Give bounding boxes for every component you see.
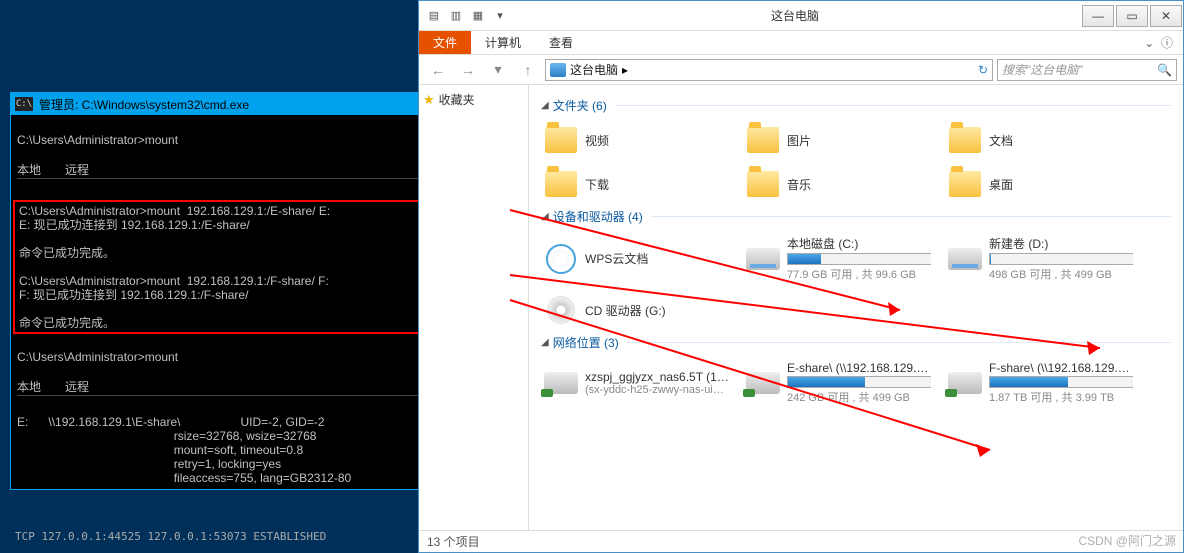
breadcrumb-chevron-icon[interactable]: ▸ (622, 63, 628, 77)
collapse-icon: ◢ (541, 211, 549, 222)
address-bar[interactable]: 这台电脑 ▸ ↻ (545, 59, 993, 81)
content-pane[interactable]: ◢文件夹 (6) 视频 图片 文档 下载 音乐 桌面 ◢设备和驱动器 (4) W… (529, 85, 1183, 530)
collapse-icon: ◢ (541, 100, 549, 111)
tab-file[interactable]: 文件 (419, 31, 471, 54)
cmd-line: mount=soft, timeout=0.8 (17, 443, 303, 457)
qat-properties-icon[interactable]: ▥ (447, 7, 465, 25)
netloc-fshare[interactable]: F-share\ (\\192.168.129.1) (F:)1.87 TB 可… (945, 359, 1135, 407)
drive-icon (948, 248, 982, 270)
background-text: TCP 127.0.0.1:44525 127.0.0.1:53073 ESTA… (15, 530, 326, 543)
favorites-label: 收藏夹 (439, 91, 475, 108)
cmd-icon: C:\ (15, 97, 33, 111)
cmd-line: 命令已成功完成。 (19, 316, 115, 330)
cmd-line: C:\Users\Administrator>mount 192.168.129… (19, 204, 330, 218)
cmd-line: rsize=32768, wsize=32768 (17, 429, 316, 443)
refresh-icon[interactable]: ↻ (978, 63, 988, 77)
group-network[interactable]: ◢网络位置 (3) (541, 334, 1171, 351)
drive-d[interactable]: 新建卷 (D:)498 GB 可用 , 共 499 GB (945, 233, 1135, 284)
cmd-line: fileaccess=755, lang=GB2312-80 (17, 471, 351, 485)
drive-c[interactable]: 本地磁盘 (C:)77.9 GB 可用 , 共 99.6 GB (743, 233, 933, 284)
ribbon-expand-icon[interactable]: ⌄ ⓘ (1134, 31, 1183, 54)
ribbon-tabs: 文件 计算机 查看 ⌄ ⓘ (419, 31, 1183, 55)
window-title: 这台电脑 (509, 7, 1081, 24)
minimize-button[interactable]: — (1082, 5, 1114, 27)
cloud-icon (546, 244, 576, 274)
network-drive-icon (948, 372, 982, 394)
watermark: CSDN @阿门之源 (1078, 532, 1176, 549)
folder-icon (545, 171, 577, 197)
tab-view[interactable]: 查看 (535, 31, 587, 54)
qat-newfolder-icon[interactable]: ▦ (469, 7, 487, 25)
nav-toolbar: ← → ▾ ↑ 这台电脑 ▸ ↻ 搜索"这台电脑" 🔍 (419, 55, 1183, 85)
recent-dropdown-icon[interactable]: ▾ (485, 57, 511, 83)
computer-icon (550, 63, 566, 77)
cmd-line: E: \\192.168.129.1\E-share\ UID=-2, GID=… (17, 415, 325, 429)
maximize-button[interactable]: ▭ (1116, 5, 1148, 27)
usage-bar (989, 253, 1133, 265)
cmd-line: retry=1, locking=yes (17, 457, 281, 471)
cmd-line: C:\Users\Administrator>mount (17, 133, 178, 147)
status-bar: 13 个项目 (419, 530, 1183, 552)
tab-computer[interactable]: 计算机 (471, 31, 535, 54)
cmd-line: C:\Users\Administrator>mount (17, 350, 178, 364)
forward-button[interactable]: → (455, 57, 481, 83)
usage-bar (787, 376, 931, 388)
folder-desktop[interactable]: 桌面 (945, 166, 1135, 202)
folder-music[interactable]: 音乐 (743, 166, 933, 202)
favorites-header[interactable]: ★ 收藏夹 (423, 91, 524, 108)
folder-icon (747, 127, 779, 153)
usage-bar (989, 376, 1133, 388)
qat-dropdown-icon[interactable]: ▾ (491, 7, 509, 25)
drive-icon (746, 248, 780, 270)
folder-documents[interactable]: 文档 (945, 122, 1135, 158)
drive-dvd[interactable]: CD 驱动器 (G:) (541, 292, 731, 328)
cmd-line: 命令已成功完成。 (19, 246, 115, 260)
breadcrumb-segment[interactable]: 这台电脑 (570, 61, 618, 78)
netloc-eshare[interactable]: E-share\ (\\192.168.129.1) (E:)242 GB 可用… (743, 359, 933, 407)
up-button[interactable]: ↑ (515, 57, 541, 83)
netloc-nas[interactable]: xzspj_ggjyzx_nas6.5T (10.0.13.40)(sx-ydd… (541, 359, 731, 407)
group-folders[interactable]: ◢文件夹 (6) (541, 97, 1171, 114)
folder-icon (949, 127, 981, 153)
cmd-line: C:\Users\Administrator>mount 192.168.129… (19, 274, 329, 288)
star-icon: ★ (423, 92, 435, 108)
cmd-line: E: 现已成功连接到 192.168.129.1:/E-share/ (19, 218, 250, 232)
explorer-titlebar[interactable]: ▤ ▥ ▦ ▾ 这台电脑 — ▭ ✕ (419, 1, 1183, 31)
collapse-icon: ◢ (541, 337, 549, 348)
folder-downloads[interactable]: 下载 (541, 166, 731, 202)
nav-pane[interactable]: ★ 收藏夹 (419, 85, 529, 530)
cmd-title-text: 管理员: C:\Windows\system32\cmd.exe (33, 96, 441, 113)
device-wps[interactable]: WPS云文档 (541, 233, 731, 284)
search-placeholder: 搜索"这台电脑" (1002, 61, 1083, 78)
folder-icon (545, 127, 577, 153)
app-icon[interactable]: ▤ (425, 7, 443, 25)
folder-icon (949, 171, 981, 197)
search-icon: 🔍 (1157, 63, 1172, 77)
group-devices[interactable]: ◢设备和驱动器 (4) (541, 208, 1171, 225)
folder-icon (747, 171, 779, 197)
explorer-window: ▤ ▥ ▦ ▾ 这台电脑 — ▭ ✕ 文件 计算机 查看 ⌄ ⓘ ← → ▾ ↑… (418, 0, 1184, 553)
network-drive-icon (746, 372, 780, 394)
usage-bar (787, 253, 931, 265)
close-button[interactable]: ✕ (1150, 5, 1182, 27)
back-button[interactable]: ← (425, 57, 451, 83)
dvd-icon (547, 296, 575, 324)
search-input[interactable]: 搜索"这台电脑" 🔍 (997, 59, 1177, 81)
folder-videos[interactable]: 视频 (541, 122, 731, 158)
network-drive-icon (544, 372, 578, 394)
folder-pictures[interactable]: 图片 (743, 122, 933, 158)
cmd-line: F: 现已成功连接到 192.168.129.1:/F-share/ (19, 288, 248, 302)
